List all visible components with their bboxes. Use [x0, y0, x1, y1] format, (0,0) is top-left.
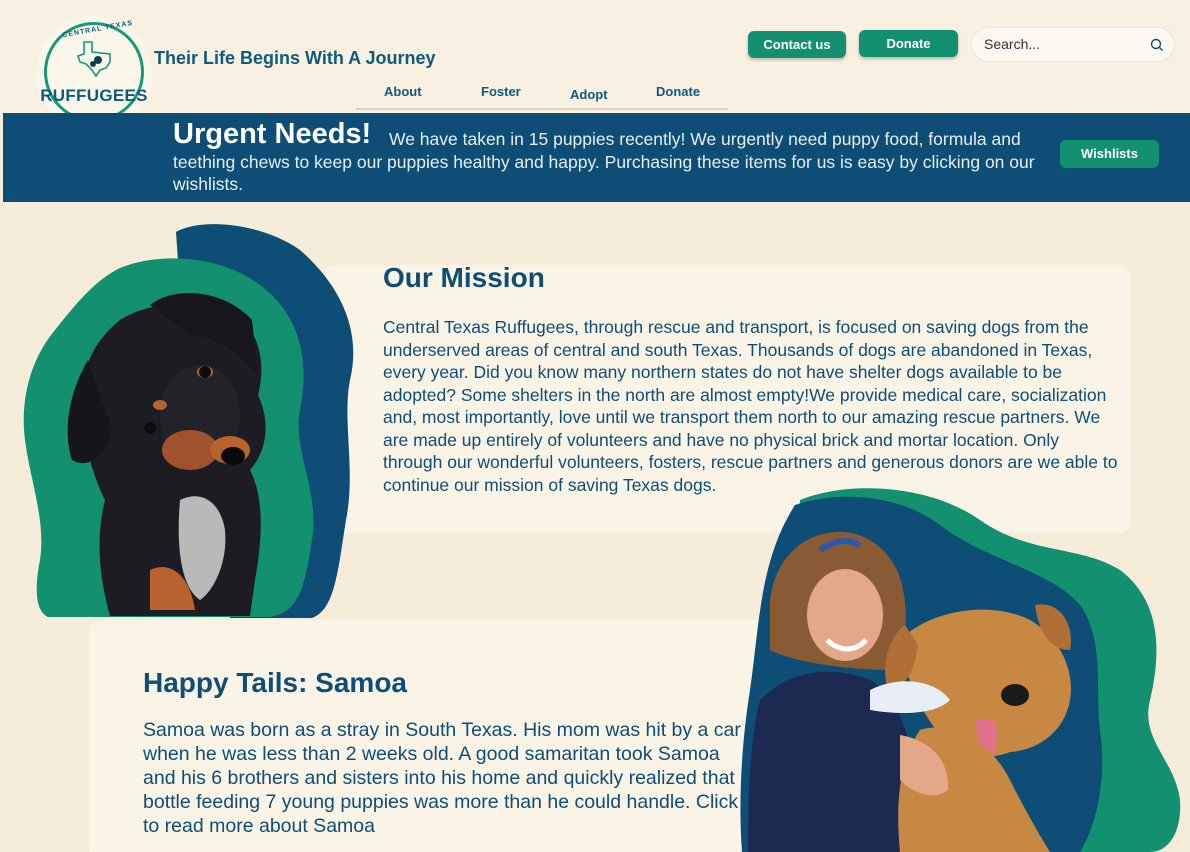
mission-text: Central Texas Ruffugees, through rescue … — [383, 317, 1118, 495]
search-box — [971, 27, 1175, 62]
contact-us-button[interactable]: Contact us — [748, 31, 846, 58]
nav-adopt[interactable]: Adopt — [570, 87, 608, 102]
happy-tails-title: Happy Tails: Samoa — [143, 667, 408, 698]
nav-donate[interactable]: Donate — [656, 84, 700, 99]
search-icon[interactable] — [1149, 37, 1165, 53]
nav-about[interactable]: About — [384, 84, 422, 99]
mission-title: Our Mission — [383, 262, 545, 293]
nav-foster[interactable]: Foster — [481, 84, 521, 99]
puppy-photo — [23, 224, 354, 619]
main-nav: About Foster Adopt Donate — [356, 82, 728, 110]
search-input[interactable] — [984, 36, 1144, 52]
wishlists-button[interactable]: Wishlists — [1060, 140, 1159, 168]
happy-tails-text[interactable]: Samoa was born as a stray in South Texas… — [143, 718, 743, 838]
donate-button[interactable]: Donate — [859, 30, 958, 57]
